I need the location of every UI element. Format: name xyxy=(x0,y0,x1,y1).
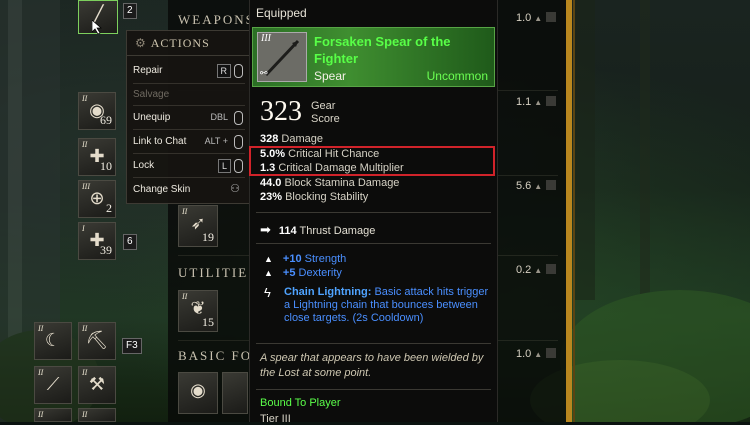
section-weapons-heading: WEAPONS xyxy=(178,12,255,27)
chevron-up-icon: ▲ xyxy=(264,268,273,278)
item-weight: 5.6 ▲ xyxy=(516,180,557,192)
item-tooltip: Equipped III ⚯ Forsaken Spear of the Fig… xyxy=(249,0,498,425)
item-weight: 1.0 ▲ xyxy=(516,348,557,360)
item-type: Spear xyxy=(314,69,347,83)
mouse-icon xyxy=(234,111,243,125)
action-unequip[interactable]: Unequip DBL xyxy=(133,111,245,125)
tool-slot-pick[interactable]: II ⛏ xyxy=(78,322,116,360)
sort-arrow-icon: ▲ xyxy=(534,98,543,107)
tool-slot-axe[interactable]: II ⚒ xyxy=(78,366,116,404)
stat-damage: 328 Damage xyxy=(260,133,323,145)
mouse-cursor-icon xyxy=(92,20,102,34)
thrust-arrow-icon: ➡ xyxy=(260,222,271,237)
item-tier: Tier III xyxy=(260,413,291,425)
food-bowl-icon: ◉ xyxy=(190,380,206,400)
action-link-to-chat[interactable]: Link to Chat ALT + xyxy=(133,135,245,149)
axe-icon: ⚒ xyxy=(88,374,106,394)
sort-arrow-icon: ▲ xyxy=(534,350,543,359)
sickle-icon: ☾ xyxy=(44,330,62,350)
tool-slot-knife[interactable]: II ⟋ xyxy=(34,366,72,404)
item-weight: 1.0 ▲ xyxy=(516,12,557,24)
pickaxe-icon: ⛏ xyxy=(85,330,109,350)
keybind-label: DBL xyxy=(210,112,228,122)
item-weight: 0.2 ▲ xyxy=(516,264,557,276)
weight-icon xyxy=(546,180,557,190)
thrust-damage: ➡ 114 Thrust Damage xyxy=(260,222,376,237)
sort-arrow-icon: ▲ xyxy=(534,182,543,191)
keybind-badge: R xyxy=(216,64,231,78)
action-change-skin[interactable]: Change Skin ⚇ xyxy=(133,183,245,195)
quickslot-health-small[interactable]: I ✚ 39 xyxy=(78,222,116,260)
menu-divider xyxy=(133,177,245,178)
item-weight: 1.1 ▲ xyxy=(516,96,557,108)
item-header: III ⚯ Forsaken Spear of the Fighter Spea… xyxy=(252,27,495,87)
tool-slot-sickle[interactable]: II ☾ xyxy=(34,322,72,360)
quickslot-health[interactable]: II ✚ 10 xyxy=(78,138,116,176)
inventory-item-food[interactable]: ◉ xyxy=(178,372,218,414)
weight-icon xyxy=(546,264,557,274)
inventory-item-partial[interactable] xyxy=(222,372,248,414)
lightning-icon: ϟ xyxy=(264,285,271,300)
tool-slot-hammer[interactable]: II xyxy=(78,408,116,422)
slot-hotkey-badge: 2 xyxy=(123,3,137,19)
mouse-icon xyxy=(234,64,243,78)
mask-icon: ⚇ xyxy=(230,183,240,195)
attribute-dexterity: ▲ +5 Dexterity xyxy=(264,267,342,279)
slot-hotkey-badge: F3 xyxy=(122,338,142,354)
gear-icon: ⚙ xyxy=(135,36,147,50)
weight-icon xyxy=(546,348,557,358)
chevron-up-icon: ▲ xyxy=(264,254,273,264)
gear-score-value: 323 xyxy=(260,96,302,127)
keybind-label: ALT + xyxy=(204,136,228,146)
menu-divider xyxy=(133,105,245,106)
quickslot-food[interactable]: II ◉ 69 xyxy=(78,92,116,130)
item-name: Forsaken Spear of the Fighter xyxy=(314,34,451,66)
attribute-strength: ▲ +10 Strength xyxy=(264,253,347,265)
action-salvage[interactable]: Salvage xyxy=(133,89,245,100)
tooltip-divider xyxy=(256,243,491,244)
item-icon: III ⚯ xyxy=(257,32,307,82)
stat-blocking-stability: 23% Blocking Stability xyxy=(260,191,369,203)
tooltip-divider xyxy=(256,212,491,213)
action-lock[interactable]: Lock L xyxy=(133,159,245,173)
skinning-knife-icon: ⟋ xyxy=(46,374,60,394)
mouse-icon xyxy=(234,159,243,173)
critical-stats-highlight-box xyxy=(249,146,495,176)
gear-score-label: Gear Score xyxy=(311,100,340,125)
actions-menu: ⚙ ACTIONS Repair R Salvage Unequip DBL Li… xyxy=(126,30,252,204)
inventory-item-herb[interactable]: II ❦ 15 xyxy=(178,290,218,332)
equipped-label: Equipped xyxy=(256,6,307,20)
section-utilities-heading: UTILITIES xyxy=(178,265,258,280)
weight-icon xyxy=(546,96,557,106)
mouse-icon xyxy=(234,135,243,149)
tooltip-divider xyxy=(256,389,491,390)
sort-arrow-icon: ▲ xyxy=(534,266,543,275)
bound-status: Bound To Player xyxy=(260,397,341,409)
action-repair[interactable]: Repair R xyxy=(133,64,245,78)
tooltip-divider xyxy=(256,343,491,344)
menu-divider xyxy=(133,83,245,84)
menu-divider xyxy=(133,153,245,154)
item-rarity: Uncommon xyxy=(426,69,488,83)
actions-menu-header: ⚙ ACTIONS xyxy=(127,31,251,56)
menu-divider xyxy=(133,129,245,130)
link-icon: ⚯ xyxy=(260,68,268,78)
inventory-item-arrows[interactable]: II ➶ 19 xyxy=(178,205,218,247)
item-lore: A spear that appears to have been wielde… xyxy=(260,352,484,379)
keybind-badge: L xyxy=(217,159,231,173)
sort-arrow-icon: ▲ xyxy=(534,14,543,23)
weight-icon xyxy=(546,12,557,22)
stat-block-stamina-damage: 44.0 Block Stamina Damage xyxy=(260,177,400,189)
tool-slot-fishing[interactable]: II xyxy=(34,408,72,422)
scrollbar-track[interactable] xyxy=(566,0,572,422)
quickslot-potion[interactable]: III ⊕ 2 xyxy=(78,180,116,218)
scrollbar-edge xyxy=(573,0,575,422)
slot-hotkey-badge: 6 xyxy=(123,234,137,250)
